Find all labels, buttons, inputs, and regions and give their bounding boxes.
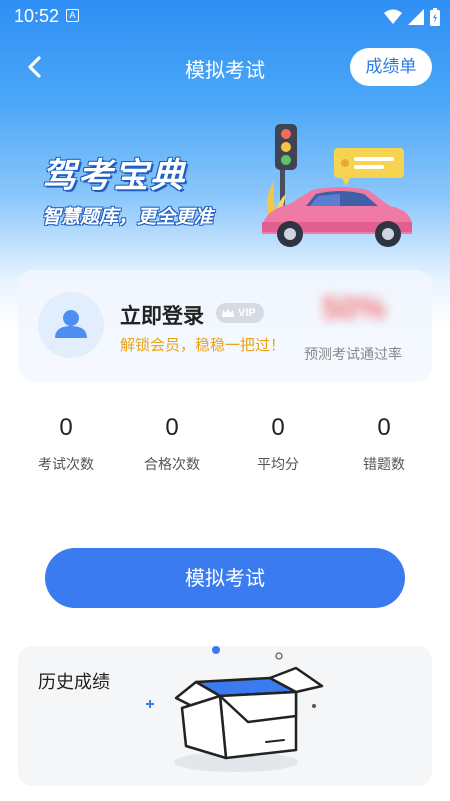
stat-value: 0 xyxy=(377,414,391,441)
stat-label: 考试次数 xyxy=(38,457,94,473)
signal-icon xyxy=(408,9,424,25)
history-title: 历史成绩 xyxy=(38,672,110,693)
crown-icon xyxy=(222,308,234,317)
wifi-icon xyxy=(384,9,402,24)
history-section: 历史成绩 xyxy=(18,646,432,786)
banner-subtitle: 智慧题库，更全更准 xyxy=(42,206,214,228)
stat-value: 0 xyxy=(271,414,285,441)
stat-wrong-count[interactable]: 0 错题数 xyxy=(334,414,434,474)
stat-average-score: 0 平均分 xyxy=(228,414,328,474)
stat-value: 0 xyxy=(165,414,179,441)
stats-row: 0 考试次数 0 合格次数 0 平均分 0 错题数 xyxy=(0,414,450,484)
stat-value: 0 xyxy=(59,414,73,441)
stat-label: 合格次数 xyxy=(144,457,200,473)
avatar[interactable] xyxy=(38,292,104,358)
stat-label: 错题数 xyxy=(363,457,405,473)
stat-label: 平均分 xyxy=(257,457,299,473)
pass-rate-label: 预测考试通过率 xyxy=(304,347,402,363)
stat-exam-count: 0 考试次数 xyxy=(16,414,116,474)
login-card[interactable]: 立即登录 VIP 解锁会员，稳稳一把过！ 50% 预测考试通过率 xyxy=(18,270,432,382)
report-card-button[interactable]: 成绩单 xyxy=(350,48,432,86)
car-illustration xyxy=(262,124,412,247)
pass-rate-value: 50% xyxy=(322,290,387,326)
login-title[interactable]: 立即登录 xyxy=(120,300,204,330)
login-subtitle: 解锁会员，稳稳一把过！ xyxy=(120,336,286,354)
banner-title: 驾考宝典 xyxy=(42,156,186,196)
empty-box-icon xyxy=(146,646,324,772)
battery-icon xyxy=(430,8,440,26)
banner: 驾考宝典 智慧题库，更全更准 xyxy=(0,110,450,260)
vip-label: VIP xyxy=(238,307,256,319)
stat-pass-count: 0 合格次数 xyxy=(122,414,222,474)
status-icons xyxy=(384,8,440,26)
vip-badge: VIP xyxy=(216,303,264,323)
notification-icon: A xyxy=(66,9,79,22)
user-icon xyxy=(55,310,87,338)
status-bar: 10:52 A xyxy=(0,0,450,32)
top-nav: 模拟考试 成绩单 xyxy=(0,42,450,90)
start-mock-exam-button[interactable]: 模拟考试 xyxy=(45,548,405,608)
status-time: 10:52 xyxy=(14,6,60,26)
